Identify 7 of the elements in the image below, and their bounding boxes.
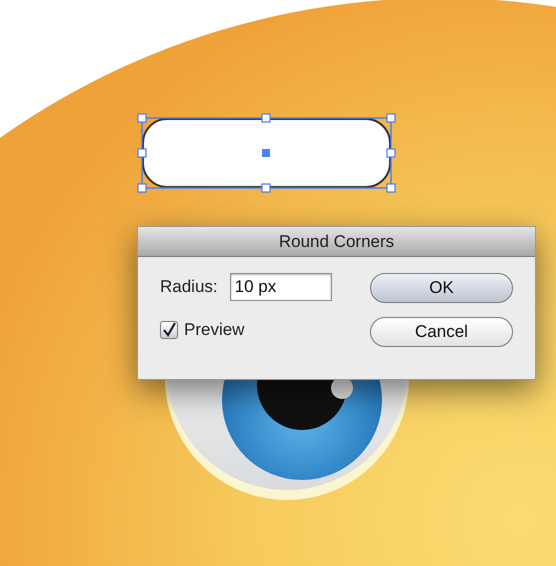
dialog-title: Round Corners bbox=[138, 227, 535, 257]
preview-checkbox[interactable]: Preview bbox=[160, 317, 346, 342]
cancel-button[interactable]: Cancel bbox=[370, 317, 513, 347]
rounded-rectangle-selection[interactable] bbox=[137, 113, 396, 193]
ok-button[interactable]: OK bbox=[370, 273, 513, 303]
radius-input-field[interactable]: 10 px bbox=[230, 273, 332, 301]
radius-label: Radius: bbox=[160, 276, 218, 298]
